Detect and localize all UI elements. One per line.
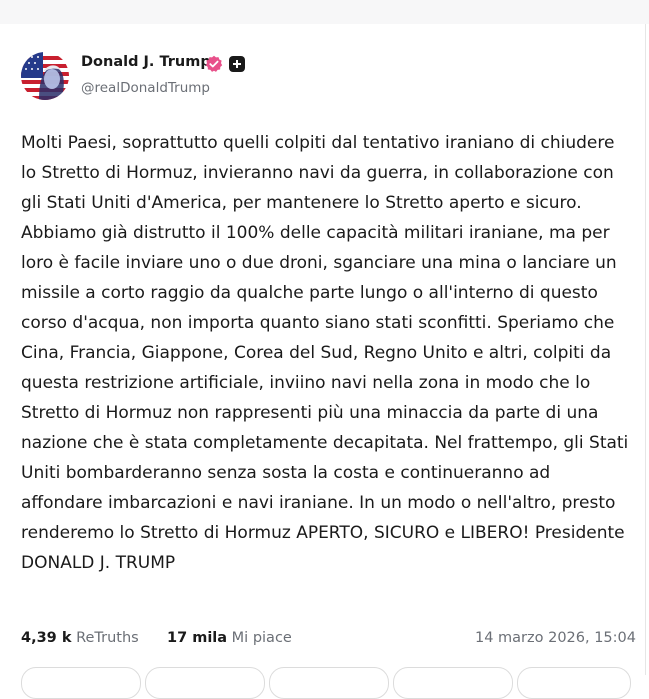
likes-label: Mi piace — [231, 630, 292, 646]
author-handle[interactable]: @realDonaldTrump — [81, 80, 210, 96]
post-stats: 4,39 k ReTruths 17 mila Mi piace 14 marz… — [21, 630, 636, 650]
retruths-stat[interactable]: 4,39 k ReTruths — [21, 630, 139, 646]
post-body-text: Molti Paesi, soprattutto quelli colpiti … — [21, 133, 629, 573]
post-timestamp[interactable]: 14 marzo 2026, 15:04 — [475, 630, 636, 646]
retruth-button[interactable] — [145, 667, 265, 699]
verified-badge-icon — [205, 55, 223, 73]
avatar-flag-portrait — [21, 52, 69, 100]
retruths-count: 4,39 k — [21, 630, 72, 646]
share-button[interactable] — [393, 667, 513, 699]
previous-post-strip — [0, 0, 649, 24]
author-avatar[interactable] — [21, 52, 69, 100]
like-button[interactable] — [269, 667, 389, 699]
reply-button[interactable] — [21, 667, 141, 699]
more-button[interactable] — [517, 667, 631, 699]
retruths-label: ReTruths — [76, 630, 139, 646]
author-name[interactable]: Donald J. Trump — [81, 54, 211, 70]
likes-count: 17 mila — [167, 630, 228, 646]
plus-badge-icon — [229, 56, 245, 72]
likes-stat[interactable]: 17 mila Mi piace — [167, 630, 292, 646]
